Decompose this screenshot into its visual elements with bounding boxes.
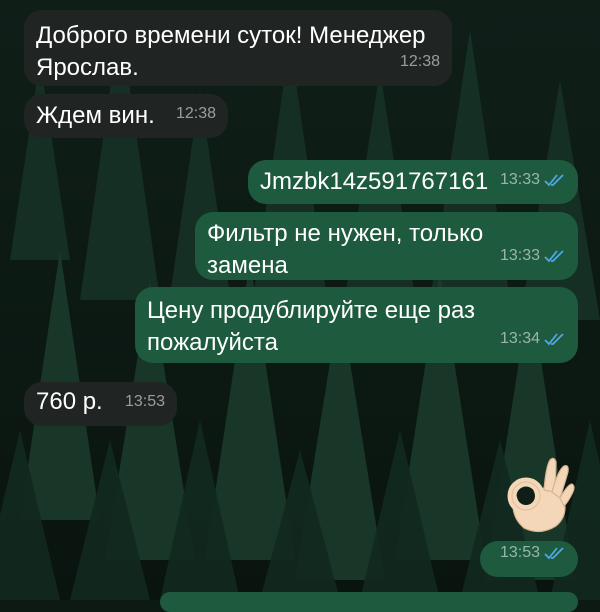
read-checkmarks-icon (544, 333, 564, 346)
incoming-message-bubble[interactable]: Доброго времени суток! Менеджер Ярослав.… (24, 10, 452, 86)
outgoing-message-bubble[interactable]: Jmzbk14z591767161 13:33 (248, 160, 578, 204)
message-timestamp: 13:53 (499, 544, 540, 561)
message-text: Доброго времени суток! Менеджер Ярослав. (36, 22, 426, 81)
message-timestamp: 13:33 (499, 171, 540, 188)
read-checkmarks-icon (544, 547, 564, 560)
message-time: 13:53 (500, 537, 566, 569)
read-checkmarks-icon (544, 250, 564, 263)
incoming-message-bubble[interactable]: 760 р. 13:53 (24, 382, 177, 426)
incoming-message-bubble[interactable]: Ждем вин. 12:38 (24, 94, 228, 138)
message-time: 13:33 (500, 240, 566, 272)
message-timestamp: 13:33 (499, 247, 540, 264)
outgoing-message-bubble[interactable]: Фильтр не нужен, только замена 13:33 (195, 212, 578, 280)
message-timestamp: 12:38 (175, 105, 216, 122)
message-time: 13:33 (500, 164, 566, 196)
message-timestamp: 12:38 (399, 53, 440, 70)
message-time: 12:38 (176, 98, 216, 130)
message-time: 13:53 (125, 386, 165, 418)
outgoing-message-time-bubble[interactable]: 13:53 (480, 541, 578, 577)
outgoing-message-bubble[interactable]: Цену продублируйте еще раз пожалуйста 13… (135, 287, 578, 363)
ok-hand-emoji[interactable] (498, 454, 576, 534)
read-checkmarks-icon (544, 174, 564, 187)
outgoing-message-bubble-partial[interactable] (160, 592, 578, 612)
message-timestamp: 13:53 (124, 393, 165, 410)
message-timestamp: 13:34 (499, 330, 540, 347)
message-time: 13:34 (500, 323, 566, 355)
message-time: 12:38 (400, 46, 440, 78)
